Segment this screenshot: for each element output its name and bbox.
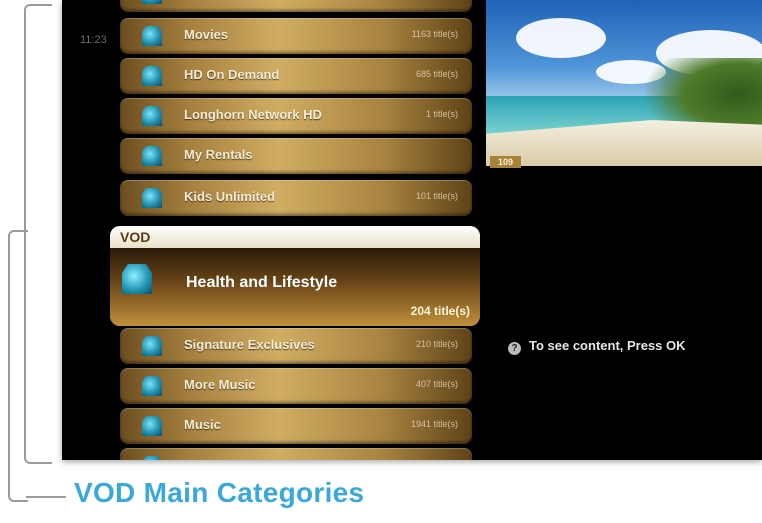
menu-item-label: Signature Exclusives [184, 337, 315, 352]
selected-item-label: Health and Lifestyle [186, 274, 338, 291]
menu-item-movies[interactable]: Movies 1163 title(s) [120, 18, 472, 54]
selected-header-label: VOD [120, 229, 151, 245]
menu-item-kids-unlimited[interactable]: Kids Unlimited 101 title(s) [120, 180, 472, 216]
folder-icon [142, 66, 162, 86]
folder-icon [142, 376, 162, 396]
rentals-icon [142, 146, 162, 166]
menu-item-count: 1 title(s) [425, 109, 458, 119]
menu-item-signature-exclusives[interactable]: Signature Exclusives 210 title(s) [120, 328, 472, 364]
menu-item-label: Movies [184, 27, 229, 42]
selected-body: Health and Lifestyle 204 title(s) [110, 248, 480, 326]
menu-item-label: HD On Demand [184, 67, 280, 82]
menu-item-count: 407 title(s) [415, 379, 458, 389]
tv-screen: 11:23 Movies 1163 title(s) HD On Demand … [62, 0, 762, 460]
hint-text: ? To see content, Press OK [508, 338, 686, 355]
caption: VOD Main Categories [74, 477, 365, 508]
folder-icon [142, 336, 162, 356]
menu-item-label: Music [184, 417, 221, 432]
menu-item-more-music[interactable]: More Music 407 title(s) [120, 368, 472, 404]
menu-item-music[interactable]: Music 1941 title(s) [120, 408, 472, 444]
folder-icon [122, 264, 152, 294]
menu-item-longhorn-network-hd[interactable]: Longhorn Network HD 1 title(s) [120, 98, 472, 134]
outer-bracket [24, 4, 52, 464]
menu-item-count: 1941 title(s) [410, 419, 458, 429]
channel-badge: 109 [490, 156, 522, 168]
menu-item-count: 685 title(s) [415, 69, 458, 79]
selected-item-count: 204 title(s) [410, 304, 470, 318]
menu-item-hd-on-demand[interactable]: HD On Demand 685 title(s) [120, 58, 472, 94]
folder-icon [142, 188, 162, 208]
hint-label: To see content, Press OK [529, 338, 686, 353]
menu-item-label: My Rentals [184, 147, 253, 162]
preview-image [486, 0, 762, 166]
folder-icon [142, 0, 162, 4]
bracket-tail [26, 496, 66, 498]
menu-item-my-rentals[interactable]: My Rentals [120, 138, 472, 174]
menu-item-label: More Music [184, 377, 256, 392]
menu-item-count: 101 title(s) [415, 191, 458, 201]
folder-icon [142, 106, 162, 126]
folder-icon [142, 456, 162, 460]
menu-item-count: 1163 title(s) [411, 29, 458, 39]
clock: 11:23 [80, 34, 107, 46]
info-icon: ? [508, 342, 521, 355]
menu-item-partial-top[interactable] [120, 0, 472, 12]
selected-menu-item[interactable]: VOD Health and Lifestyle 204 title(s) [110, 226, 480, 326]
menu-item-label: Longhorn Network HD [184, 107, 322, 122]
inner-bracket [8, 230, 28, 502]
folder-icon [142, 416, 162, 436]
selected-header: VOD [110, 226, 480, 248]
folder-icon [142, 26, 162, 46]
menu-item-count: 210 title(s) [415, 339, 458, 349]
menu-item-label: Kids Unlimited [184, 189, 276, 204]
menu-item-partial-bottom[interactable] [120, 448, 472, 460]
